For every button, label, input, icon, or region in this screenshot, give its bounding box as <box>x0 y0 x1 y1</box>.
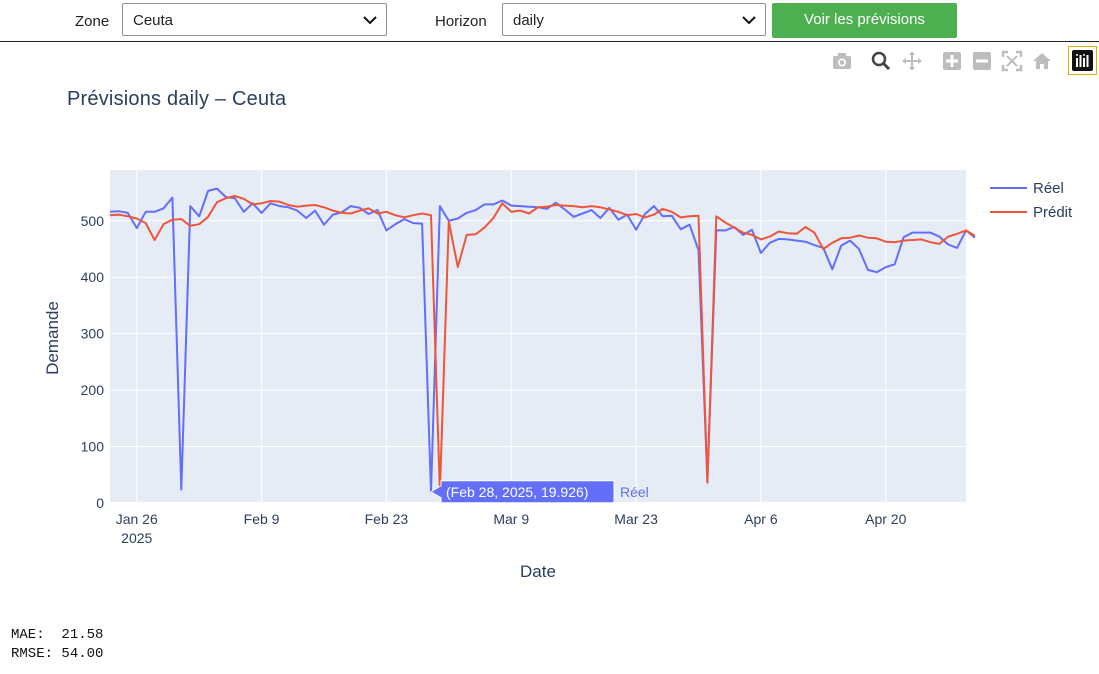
legend-label: Prédit <box>1033 204 1073 221</box>
x-tick-label: Mar 9 <box>493 511 529 527</box>
controls-bar: Zone Ceuta Horizon daily Voir les prévis… <box>0 0 1099 42</box>
horizon-select[interactable]: daily <box>502 3 766 36</box>
x-tick-label: Jan 26 <box>116 511 158 527</box>
pan-icon[interactable] <box>901 50 923 72</box>
x-tick-label: Feb 9 <box>244 511 280 527</box>
chart-series <box>109 187 976 493</box>
hover-tooltip: (Feb 28, 2025, 19.926) Réel <box>430 480 649 504</box>
y-tick-label: 200 <box>81 382 105 398</box>
mae-label: MAE: <box>11 627 45 643</box>
y-tick-label: 500 <box>81 213 105 229</box>
series-line-predit <box>109 195 976 493</box>
horizon-label: Horizon <box>435 13 487 30</box>
rmse-label: RMSE: <box>11 646 54 662</box>
reset-axes-icon[interactable] <box>1031 50 1053 72</box>
x-axis-ticks: Jan 26 2025 Feb 9 Feb 23 Mar 9 Mar 23 Apr 6 Apr… <box>116 511 907 546</box>
legend-label: Réel <box>1033 180 1064 197</box>
zone-label: Zone <box>75 13 110 30</box>
rmse-value: 54.00 <box>61 646 104 662</box>
x-axis-label: Date <box>520 562 556 581</box>
mae-value: 21.58 <box>61 627 104 643</box>
zone-select-value: Ceuta <box>133 12 174 29</box>
autoscale-icon[interactable] <box>1001 50 1023 72</box>
camera-icon[interactable] <box>831 50 853 72</box>
series-line-reel <box>109 187 976 493</box>
x-tick-label: Feb 23 <box>365 511 409 527</box>
plot-area[interactable] <box>110 170 966 503</box>
y-tick-label: 0 <box>96 495 104 511</box>
zoom-in-icon[interactable] <box>941 50 963 72</box>
show-forecast-button[interactable]: Voir les prévisions <box>772 3 957 38</box>
chart-grid <box>110 170 966 504</box>
zoom-icon[interactable] <box>870 50 892 72</box>
chart-modebar <box>0 46 1099 76</box>
metrics-panel: MAE: 21.58 RMSE: 54.00 <box>11 626 103 664</box>
x-tick-label: Apr 20 <box>865 511 906 527</box>
horizon-select-value: daily <box>513 12 544 29</box>
x-tick-sublabel: 2025 <box>121 530 152 546</box>
y-axis-label: Demande <box>43 301 62 375</box>
chart-title: Prévisions daily – Ceuta <box>67 88 287 110</box>
y-axis-ticks: 0 100 200 300 400 500 <box>81 213 105 511</box>
x-tick-label: Mar 23 <box>614 511 658 527</box>
zoom-out-icon[interactable] <box>971 50 993 72</box>
y-tick-label: 400 <box>81 269 105 285</box>
hover-box <box>430 480 615 504</box>
hover-value: (Feb 28, 2025, 19.926) <box>446 484 588 500</box>
chart-legend: Réel Prédit <box>990 180 1073 221</box>
chevron-down-icon <box>742 16 756 25</box>
zone-select[interactable]: Ceuta <box>122 3 387 36</box>
plotly-logo-icon[interactable] <box>1068 46 1097 75</box>
hover-series-name: Réel <box>620 484 649 500</box>
y-tick-label: 300 <box>81 326 105 342</box>
x-tick-label: Apr 6 <box>744 511 778 527</box>
chevron-down-icon <box>363 16 377 25</box>
y-tick-label: 100 <box>81 439 105 455</box>
